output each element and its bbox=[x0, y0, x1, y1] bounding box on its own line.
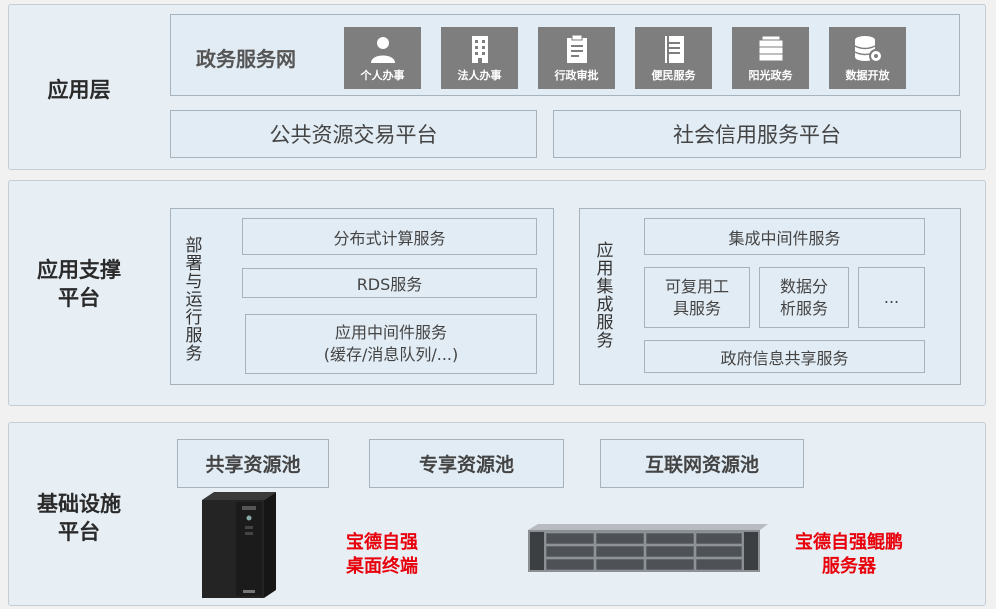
red-line: 桌面终端 bbox=[346, 556, 418, 577]
stack-icon bbox=[758, 35, 784, 62]
title-line: 平台 bbox=[58, 520, 100, 544]
data-analysis-service: 数据分 析服务 bbox=[759, 267, 849, 328]
gov-service-network-title: 政务服务网 bbox=[196, 47, 296, 71]
kunpeng-server-label: 宝德自强鲲鹏 服务器 bbox=[784, 531, 914, 579]
social-credit-service-platform: 社会信用服务平台 bbox=[553, 110, 961, 158]
clipboard-icon bbox=[567, 34, 587, 63]
tile-data-open[interactable]: 数据开放 bbox=[829, 27, 906, 89]
tile-corporate-affairs[interactable]: 法人办事 bbox=[441, 27, 518, 89]
data-analysis-line: 数据分 bbox=[779, 276, 828, 296]
tile-personal-affairs[interactable]: 个人办事 bbox=[344, 27, 421, 89]
desktop-terminal-label: 宝德自强 桌面终端 bbox=[332, 531, 432, 579]
tile-label: 阳光政务 bbox=[748, 69, 793, 82]
app-integration-services-label: 应用集成服务 bbox=[596, 241, 614, 351]
internet-resource-pool: 互联网资源池 bbox=[600, 439, 804, 488]
tile-transparent-gov[interactable]: 阳光政务 bbox=[732, 27, 809, 89]
title-line: 应用支撑 bbox=[37, 258, 121, 282]
red-line: 宝德自强鲲鹏 bbox=[795, 532, 903, 553]
tile-label: 行政审批 bbox=[554, 69, 599, 82]
public-resource-trading-platform: 公共资源交易平台 bbox=[170, 110, 537, 158]
tile-label: 便民服务 bbox=[651, 69, 696, 82]
reusable-line: 可复用工 bbox=[664, 276, 729, 296]
red-line: 服务器 bbox=[822, 556, 876, 577]
building-icon bbox=[472, 36, 488, 63]
middleware-line: (缓存/消息队列/...) bbox=[323, 345, 459, 364]
title-line: 基础设施 bbox=[37, 492, 121, 516]
integration-middleware-service: 集成中间件服务 bbox=[644, 218, 925, 255]
gov-info-sharing-service: 政府信息共享服务 bbox=[644, 340, 925, 373]
tile-label: 数据开放 bbox=[845, 69, 890, 82]
tile-label: 法人办事 bbox=[457, 69, 502, 82]
red-line: 宝德自强 bbox=[346, 532, 418, 553]
person-icon bbox=[371, 37, 395, 63]
tile-convenience-service[interactable]: 便民服务 bbox=[635, 27, 712, 89]
rds-service: RDS服务 bbox=[242, 268, 537, 298]
database-gear-icon bbox=[854, 36, 883, 63]
distributed-computing-service: 分布式计算服务 bbox=[242, 218, 537, 255]
app-middleware-service: 应用中间件服务 (缓存/消息队列/...) bbox=[245, 314, 537, 374]
infrastructure-layer-title: 基础设施 平台 bbox=[20, 490, 138, 546]
desktop-terminal-image bbox=[202, 492, 276, 598]
notebook-icon bbox=[665, 36, 684, 63]
reusable-tools-service: 可复用工 具服务 bbox=[644, 267, 750, 328]
application-support-layer-title: 应用支撑 平台 bbox=[20, 256, 138, 312]
shared-resource-pool: 共享资源池 bbox=[177, 439, 329, 488]
tile-label: 个人办事 bbox=[360, 69, 405, 82]
dedicated-resource-pool: 专享资源池 bbox=[369, 439, 564, 488]
title-line: 平台 bbox=[58, 286, 100, 310]
middleware-line: 应用中间件服务 bbox=[334, 323, 447, 342]
more-services-ellipsis: ... bbox=[858, 267, 925, 328]
rack-server-image bbox=[528, 524, 768, 572]
data-analysis-line: 析服务 bbox=[779, 298, 828, 318]
reusable-line: 具服务 bbox=[672, 298, 721, 318]
tile-admin-approval[interactable]: 行政审批 bbox=[538, 27, 615, 89]
deploy-run-services-label: 部署与运行服务 bbox=[185, 236, 203, 364]
application-layer-title: 应用层 bbox=[47, 78, 111, 102]
